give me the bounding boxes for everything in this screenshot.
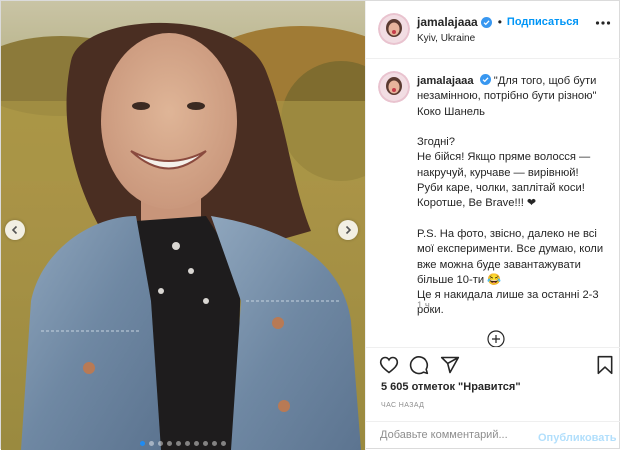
carousel-indicator (1, 441, 365, 446)
post-dialog: jamalajaaa • Подписаться Kyiv, Ukraine j… (0, 0, 620, 450)
carousel-dot (212, 441, 217, 446)
caption-question: Згодні? (417, 136, 455, 149)
caption-timestamp: 1 ч. (417, 300, 433, 311)
caption-last-line: Це я накидала лише за останні 2-3 роки. (417, 289, 599, 317)
author-avatar[interactable] (378, 13, 410, 45)
previous-photo-button[interactable] (5, 220, 25, 240)
photo-image (1, 1, 365, 450)
add-comment-plus-icon[interactable] (487, 330, 505, 348)
carousel-dot (185, 441, 190, 446)
add-comment-bar: Опубликовать (366, 421, 620, 450)
share-icon[interactable] (440, 355, 460, 375)
caption-author-avatar[interactable] (378, 71, 410, 103)
post-header: jamalajaaa • Подписаться Kyiv, Ukraine (366, 1, 620, 59)
bookmark-icon[interactable] (595, 355, 615, 375)
header-separator: • (497, 15, 502, 29)
chevron-right-icon (345, 225, 352, 235)
header-username-row: jamalajaaa • Подписаться (417, 15, 579, 29)
carousel-dot (167, 441, 172, 446)
caption-line-brave: Коротше, Be Brave!!! ❤ (417, 197, 537, 210)
post-time-ago[interactable]: ЧАС НАЗАД (381, 402, 424, 409)
carousel-dot (194, 441, 199, 446)
heart-icon[interactable] (379, 355, 399, 375)
caption-ps: P.S. На фото, звісно, далеко не всі мої … (417, 227, 604, 286)
follow-button[interactable]: Подписаться (507, 16, 579, 28)
caption-line-hair: Не бійся! Якщо пряме волосся — накручуй,… (417, 151, 591, 179)
carousel-dot (140, 441, 145, 446)
comment-input[interactable] (380, 429, 530, 441)
carousel-dot (158, 441, 163, 446)
caption-author[interactable]: jamalajaaa (417, 75, 474, 87)
post-location[interactable]: Kyiv, Ukraine (417, 33, 475, 44)
verified-badge-icon (480, 16, 492, 28)
likes-count[interactable]: 5 605 отметок "Нравится" (381, 381, 521, 393)
author-username[interactable]: jamalajaaa (417, 15, 478, 29)
carousel-dot (149, 441, 154, 446)
caption-line-cut: Руби каре, чолки, заплітай коси! (417, 182, 585, 195)
carousel-dot (203, 441, 208, 446)
more-options-icon[interactable] (595, 20, 611, 26)
carousel-dot (221, 441, 226, 446)
post-photo[interactable] (1, 1, 365, 450)
carousel-dot (176, 441, 181, 446)
caption-verified-badge-icon (479, 74, 491, 85)
action-bar (366, 347, 620, 379)
post-caption: jamalajaaa "Для того, щоб бути незамінно… (417, 74, 613, 319)
next-photo-button[interactable] (338, 220, 358, 240)
publish-button[interactable]: Опубликовать (538, 432, 617, 444)
chevron-left-icon (11, 225, 18, 235)
comment-icon[interactable] (409, 355, 429, 375)
post-sidebar: jamalajaaa • Подписаться Kyiv, Ukraine j… (365, 1, 620, 450)
